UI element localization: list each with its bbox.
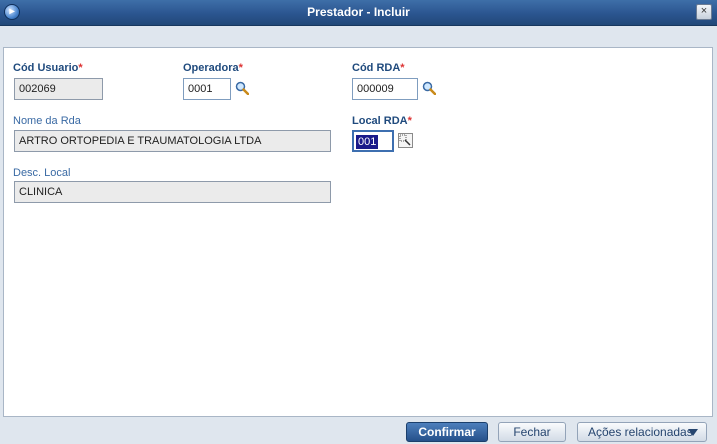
chevron-down-icon [688, 429, 698, 436]
required-mark: * [400, 62, 405, 74]
nome-rda-label: Nome da Rda [13, 115, 81, 127]
local-rda-lookup-icon[interactable] [398, 133, 413, 148]
cod-rda-label-text: Cód RDA [352, 62, 401, 74]
operadora-field[interactable]: 0001 [183, 78, 231, 100]
desc-local-label: Desc. Local [13, 167, 71, 179]
cod-usuario-label: Cód Usuario* [13, 62, 83, 74]
local-rda-label-text: Local RDA [352, 115, 408, 127]
operadora-search-icon[interactable] [235, 81, 249, 95]
related-actions-button[interactable]: Ações relacionadas [577, 422, 707, 442]
operadora-label: Operadora* [183, 62, 243, 74]
close-button[interactable]: × [696, 4, 712, 20]
local-rda-selected-text: 001 [356, 135, 379, 149]
related-actions-label: Ações relacionadas [588, 425, 693, 439]
form-panel: Cód Usuario* 002069 Operadora* 0001 Cód … [3, 47, 713, 417]
close-form-button[interactable]: Fechar [498, 422, 566, 442]
required-mark: * [407, 115, 412, 127]
desc-local-field[interactable]: CLINICA [14, 181, 331, 203]
operadora-label-text: Operadora [183, 62, 239, 74]
cod-rda-label: Cód RDA* [352, 62, 405, 74]
local-rda-label: Local RDA* [352, 115, 412, 127]
window-title-bar: ▸ Prestador - Incluir × [0, 0, 717, 26]
cod-rda-search-icon[interactable] [422, 81, 436, 95]
window-title: Prestador - Incluir [307, 5, 410, 19]
cod-rda-field[interactable]: 000009 [352, 78, 418, 100]
required-mark: * [78, 62, 83, 74]
nome-rda-field[interactable]: ARTRO ORTOPEDIA E TRAUMATOLOGIA LTDA [14, 130, 331, 152]
required-mark: * [238, 62, 243, 74]
local-rda-field[interactable]: 001 [352, 130, 394, 152]
confirm-button[interactable]: Confirmar [406, 422, 488, 442]
cod-usuario-field[interactable]: 002069 [14, 78, 103, 100]
lookup-glyph-icon [399, 134, 411, 146]
cod-usuario-label-text: Cód Usuario [13, 62, 79, 74]
